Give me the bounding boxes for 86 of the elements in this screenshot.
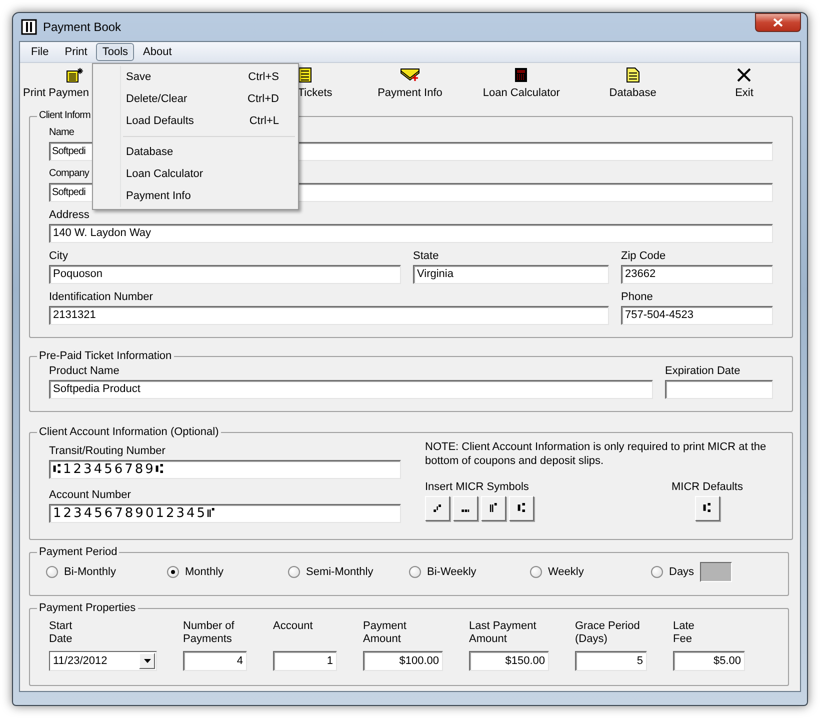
notepad-icon[interactable] <box>298 67 312 83</box>
app-icon <box>21 19 37 35</box>
radio-label[interactable]: Weekly <box>548 564 584 580</box>
note-text: NOTE: Client Account Information is only required to print MICR at the bottom of coupons and deposit slips. <box>425 440 768 468</box>
field-label: Account <box>273 620 314 633</box>
radio-button[interactable] <box>167 566 179 578</box>
radio-label[interactable]: Bi-Monthly <box>64 564 116 580</box>
field-label: Address <box>49 208 90 222</box>
close-button[interactable] <box>755 13 801 32</box>
micr-symbol-button[interactable]: ⑇ <box>425 496 450 521</box>
input-field[interactable]: 2131321 <box>49 306 609 325</box>
field-label: Zip Code <box>621 249 666 263</box>
group-title: Payment Period <box>38 545 118 559</box>
date-dropdown[interactable]: 11/23/2012 <box>49 651 157 671</box>
toolbar-label[interactable]: Print Paymen <box>23 86 90 100</box>
field-label: Insert MICR Symbols <box>425 480 530 494</box>
menu-option[interactable]: Load Defaults Ctrl+L <box>93 110 298 132</box>
field-label: Phone <box>621 290 653 304</box>
date-value: 11/23/2012 <box>53 654 108 669</box>
menu-option[interactable]: Loan Calculator <box>93 163 298 185</box>
input-field[interactable]: 140 W. Laydon Way <box>49 224 773 243</box>
input-field[interactable]: 123456789012345⑈ <box>49 504 401 523</box>
toolbar-label[interactable]: Exit <box>735 86 754 100</box>
radio-button[interactable] <box>530 566 542 578</box>
radio-button[interactable] <box>46 566 58 578</box>
field-label: Start Date <box>49 620 74 646</box>
radio-button[interactable] <box>651 566 663 578</box>
input-field[interactable]: $100.00 <box>363 651 443 671</box>
input-field[interactable]: ⑆123456789⑆ <box>49 460 401 479</box>
micr-symbol-button[interactable]: ⑆ <box>509 496 534 521</box>
field-label: Company <box>49 167 89 181</box>
menu-option[interactable]: Delete/Clear Ctrl+D <box>93 88 298 110</box>
radio-button[interactable] <box>409 566 421 578</box>
micr-symbol-button[interactable]: ⑆ <box>694 496 720 521</box>
input-field[interactable]: 23662 <box>621 265 773 284</box>
input-field[interactable]: Softpedia Product <box>49 380 653 399</box>
micr-symbol-button[interactable]: ⑈ <box>481 496 506 521</box>
input-field[interactable]: Virginia <box>413 265 609 284</box>
menu-item[interactable]: Print <box>58 43 94 61</box>
field-label: Grace Period (Days) <box>575 620 641 646</box>
input-field[interactable]: $5.00 <box>673 651 745 671</box>
toolbar-label[interactable]: Database <box>609 86 656 100</box>
field-label: Product Name <box>49 364 120 378</box>
input-field[interactable]: 4 <box>183 651 247 671</box>
radio-label[interactable]: Semi-Monthly <box>306 564 374 580</box>
document-icon[interactable] <box>626 67 640 83</box>
field-label: Identification Number <box>49 290 153 304</box>
input-field[interactable] <box>665 380 773 399</box>
toolbar-label[interactable]: Loan Calculator <box>482 86 560 100</box>
field-label: Number of Payments <box>183 620 236 646</box>
envelope-icon[interactable] <box>400 67 420 83</box>
field-label: Transit/Routing Number <box>49 444 166 458</box>
field-label: Late Fee <box>673 620 696 646</box>
micr-symbol-button[interactable]: ⑉ <box>453 496 478 521</box>
field-label: Payment Amount <box>363 620 408 646</box>
group-title: Client Inform <box>38 109 92 123</box>
menu-option[interactable]: Database <box>93 141 298 163</box>
close-icon <box>773 18 783 27</box>
group-title: Payment Properties <box>38 601 137 615</box>
input-field[interactable]: $150.00 <box>469 651 549 671</box>
field-label: Expiration Date <box>665 364 740 378</box>
menu-option[interactable]: Save Ctrl+S <box>93 66 298 88</box>
toolbar-label[interactable]: Tickets <box>298 86 332 100</box>
menu-item[interactable]: Tools <box>96 43 134 61</box>
input-field[interactable]: Poquoson <box>49 265 401 284</box>
window-title: Payment Book <box>43 19 122 36</box>
field-label: State <box>413 249 439 263</box>
group-title: Client Account Information (Optional) <box>38 425 220 439</box>
toolbar-label[interactable]: Payment Info <box>378 86 442 100</box>
field-label: Account Number <box>49 488 131 502</box>
field-label: Name <box>49 126 74 140</box>
radio-label[interactable]: Monthly <box>185 564 224 580</box>
menu-item[interactable]: About <box>136 43 179 61</box>
field-label: MICR Defaults <box>671 480 743 494</box>
input-field[interactable]: 1 <box>273 651 337 671</box>
close-icon[interactable] <box>736 67 752 83</box>
radio-button[interactable] <box>288 566 300 578</box>
field-label: City <box>49 249 68 263</box>
field-label: Last Payment Amount <box>469 620 538 646</box>
input-field[interactable]: 757-504-4523 <box>621 306 773 325</box>
radio-label[interactable]: Days <box>669 564 694 580</box>
group-title: Pre-Paid Ticket Information <box>38 349 173 363</box>
calculator-icon[interactable] <box>514 67 528 83</box>
menu-item[interactable]: File <box>24 43 56 61</box>
input-field[interactable]: 5 <box>575 651 647 671</box>
radio-label[interactable]: Bi-Weekly <box>427 564 476 580</box>
